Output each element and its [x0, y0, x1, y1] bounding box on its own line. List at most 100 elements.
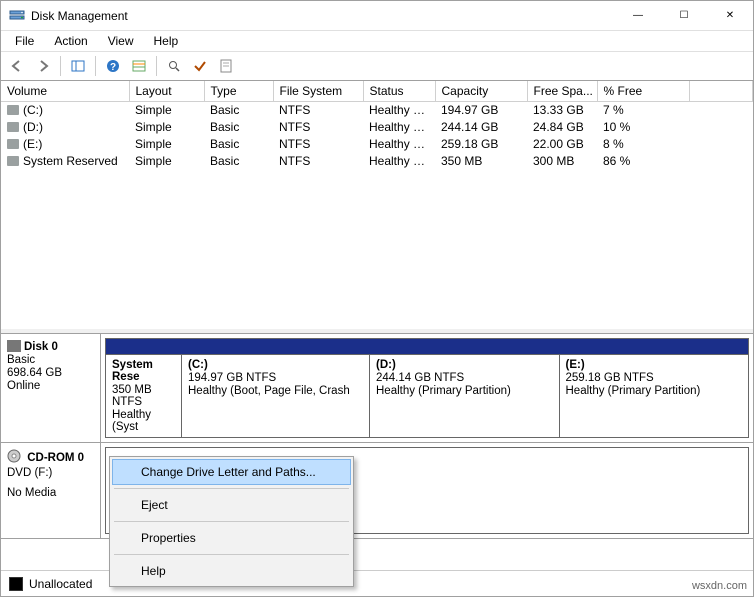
- disk0-name: Disk 0: [24, 341, 58, 353]
- legend-swatch-unallocated: [9, 577, 23, 591]
- cell-type: Basic: [204, 118, 273, 135]
- check-icon: [193, 59, 207, 73]
- ctx-separator: [114, 488, 349, 489]
- hard-disk-icon: [7, 340, 21, 352]
- cell-free: 300 MB: [527, 152, 597, 169]
- menu-help[interactable]: Help: [144, 32, 189, 50]
- ctx-change-drive-letter[interactable]: Change Drive Letter and Paths...: [112, 459, 351, 485]
- table-row[interactable]: (D:)SimpleBasicNTFSHealthy (P...244.14 G…: [1, 118, 753, 135]
- col-pctfree[interactable]: % Free: [597, 81, 689, 101]
- close-button[interactable]: ✕: [707, 1, 753, 31]
- cell-fs: NTFS: [273, 152, 363, 169]
- find-icon: [167, 59, 181, 73]
- cell-status: Healthy (P...: [363, 135, 435, 152]
- cdrom-label: CD-ROM 0 DVD (F:) No Media: [1, 443, 101, 538]
- sheet-button[interactable]: [214, 54, 238, 78]
- partition-title: System Rese: [112, 359, 175, 383]
- panel-icon: [71, 59, 85, 73]
- partition-size: 194.97 GB NTFS: [188, 372, 363, 384]
- ctx-separator: [114, 521, 349, 522]
- cell-status: Healthy (P...: [363, 118, 435, 135]
- forward-button[interactable]: [31, 54, 55, 78]
- toolbar-separator: [95, 56, 96, 76]
- partition-d[interactable]: (D:) 244.14 GB NTFS Healthy (Primary Par…: [370, 355, 560, 437]
- toolbar-separator: [60, 56, 61, 76]
- check-button[interactable]: [188, 54, 212, 78]
- col-spacer: [689, 81, 753, 101]
- maximize-button[interactable]: ☐: [661, 1, 707, 31]
- cell-layout: Simple: [129, 118, 204, 135]
- partition-status: Healthy (Syst: [112, 409, 175, 433]
- cell-pct: 7 %: [597, 101, 689, 118]
- table-row[interactable]: (C:)SimpleBasicNTFSHealthy (B...194.97 G…: [1, 101, 753, 118]
- ctx-help[interactable]: Help: [112, 558, 351, 584]
- table-row[interactable]: System ReservedSimpleBasicNTFSHealthy (S…: [1, 152, 753, 169]
- partition-c[interactable]: (C:) 194.97 GB NTFS Healthy (Boot, Page …: [182, 355, 370, 437]
- volume-icon: [7, 156, 19, 166]
- volume-icon: [7, 139, 19, 149]
- volume-icon: [7, 105, 19, 115]
- ctx-separator: [114, 554, 349, 555]
- disk-row-disk0[interactable]: Disk 0 Basic 698.64 GB Online System Res…: [1, 334, 753, 443]
- table-row[interactable]: (E:)SimpleBasicNTFSHealthy (P...259.18 G…: [1, 135, 753, 152]
- window-title: Disk Management: [31, 9, 615, 23]
- app-icon: [9, 8, 25, 24]
- col-filesystem[interactable]: File System: [273, 81, 363, 101]
- menu-view[interactable]: View: [98, 32, 144, 50]
- partition-system-reserved[interactable]: System Rese 350 MB NTFS Healthy (Syst: [106, 355, 182, 437]
- list-view-button[interactable]: [127, 54, 151, 78]
- minimize-button[interactable]: —: [615, 1, 661, 31]
- help-icon: ?: [106, 59, 120, 73]
- cell-fs: NTFS: [273, 101, 363, 118]
- volume-table[interactable]: Volume Layout Type File System Status Ca…: [1, 81, 753, 169]
- partition-title: (E:): [566, 359, 743, 371]
- col-capacity[interactable]: Capacity: [435, 81, 527, 101]
- disk0-size: 698.64 GB: [7, 367, 92, 379]
- titlebar: Disk Management — ☐ ✕: [1, 1, 753, 31]
- disk0-stripe-header: [105, 338, 749, 354]
- svg-text:?: ?: [110, 62, 116, 73]
- volume-list-pane: Volume Layout Type File System Status Ca…: [1, 81, 753, 333]
- col-volume[interactable]: Volume: [1, 81, 129, 101]
- cell-layout: Simple: [129, 135, 204, 152]
- menu-file[interactable]: File: [5, 32, 44, 50]
- ctx-properties[interactable]: Properties: [112, 525, 351, 551]
- panel-toggle-button[interactable]: [66, 54, 90, 78]
- cell-pct: 86 %: [597, 152, 689, 169]
- help-toolbar-button[interactable]: ?: [101, 54, 125, 78]
- cdrom-name: CD-ROM 0: [27, 452, 84, 464]
- menu-action[interactable]: Action: [44, 32, 97, 50]
- partition-title: (C:): [188, 359, 363, 371]
- partition-e[interactable]: (E:) 259.18 GB NTFS Healthy (Primary Par…: [560, 355, 749, 437]
- back-button[interactable]: [5, 54, 29, 78]
- cell-layout: Simple: [129, 101, 204, 118]
- cell-volume: (C:): [1, 101, 129, 118]
- cell-fs: NTFS: [273, 118, 363, 135]
- cell-pct: 8 %: [597, 135, 689, 152]
- partition-status: Healthy (Boot, Page File, Crash: [188, 385, 363, 397]
- cdrom-type: DVD (F:): [7, 467, 92, 479]
- col-layout[interactable]: Layout: [129, 81, 204, 101]
- table-header-row: Volume Layout Type File System Status Ca…: [1, 81, 753, 101]
- cell-volume: (D:): [1, 118, 129, 135]
- ctx-eject[interactable]: Eject: [112, 492, 351, 518]
- menubar: File Action View Help: [1, 31, 753, 51]
- col-status[interactable]: Status: [363, 81, 435, 101]
- cdrom-icon: [7, 449, 21, 466]
- cell-type: Basic: [204, 152, 273, 169]
- volume-icon: [7, 122, 19, 132]
- col-type[interactable]: Type: [204, 81, 273, 101]
- cell-capacity: 259.18 GB: [435, 135, 527, 152]
- cell-status: Healthy (B...: [363, 101, 435, 118]
- partition-size: 259.18 GB NTFS: [566, 372, 743, 384]
- col-freespace[interactable]: Free Spa...: [527, 81, 597, 101]
- toolbar-separator: [156, 56, 157, 76]
- find-button[interactable]: [162, 54, 186, 78]
- disk0-label: Disk 0 Basic 698.64 GB Online: [1, 334, 101, 442]
- cell-status: Healthy (S...: [363, 152, 435, 169]
- context-menu: Change Drive Letter and Paths... Eject P…: [109, 456, 354, 587]
- legend-unallocated-label: Unallocated: [29, 577, 92, 591]
- cell-fs: NTFS: [273, 135, 363, 152]
- cell-type: Basic: [204, 135, 273, 152]
- disk0-type: Basic: [7, 354, 92, 366]
